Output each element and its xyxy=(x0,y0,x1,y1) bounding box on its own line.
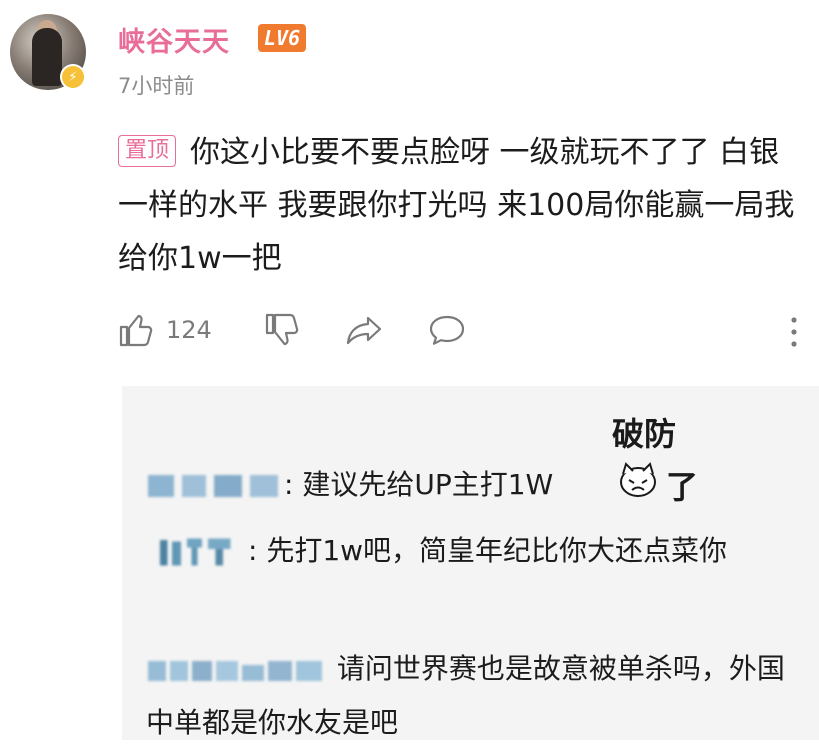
comment-icon xyxy=(429,315,465,345)
comment-text: 置顶 你这小比要不要点脸呀 一级就玩不了了 白银一样的水平 我要跟你打光吗 来10… xyxy=(118,126,808,285)
thumbs-down-icon xyxy=(265,313,299,346)
timestamp: 7小时前 xyxy=(118,74,195,98)
reply-author-blurred[interactable] xyxy=(146,471,282,501)
share-icon xyxy=(346,316,382,345)
reply-text: 建议先给UP主打1W xyxy=(293,468,554,501)
more-options-button[interactable] xyxy=(788,314,800,350)
reply-author-blurred[interactable] xyxy=(146,655,326,685)
reply-item[interactable]: : 建议先给UP主打1W xyxy=(146,458,786,512)
thumbs-up-icon xyxy=(119,314,153,347)
verified-lightning-icon: ⚡ xyxy=(60,64,86,90)
level-badge: LV6 xyxy=(258,24,307,52)
username[interactable]: 峡谷天天 xyxy=(118,20,230,59)
dislike-button[interactable] xyxy=(264,312,300,348)
like-count: 124 xyxy=(166,316,212,344)
reply-text: 先打1w吧，简皇年纪比你大还点菜你 xyxy=(257,534,728,567)
reply-author-blurred[interactable] xyxy=(146,537,246,567)
sticker-text: 破防 xyxy=(612,415,677,453)
pin-tag: 置顶 xyxy=(118,135,177,167)
avatar-figure xyxy=(32,28,62,86)
replies-panel: 破防 了 : 建议先给UP主打1W : 先打1w吧，简皇年纪比你大还点菜你 请问… xyxy=(122,386,819,740)
more-icon xyxy=(791,317,797,347)
like-button[interactable]: 124 xyxy=(118,312,212,348)
share-button[interactable] xyxy=(344,312,384,348)
comment-content: 你这小比要不要点脸呀 一级就玩不了了 白银一样的水平 我要跟你打光吗 来100局… xyxy=(118,135,795,276)
reply-item[interactable]: : 先打1w吧，简皇年纪比你大还点菜你 xyxy=(146,524,786,578)
comment-action-bar: 124 xyxy=(118,312,808,356)
reply-item[interactable]: 请问世界赛也是故意被单杀吗，外国中单都是你水友是吧 xyxy=(146,642,786,750)
comment-button[interactable] xyxy=(428,312,466,348)
